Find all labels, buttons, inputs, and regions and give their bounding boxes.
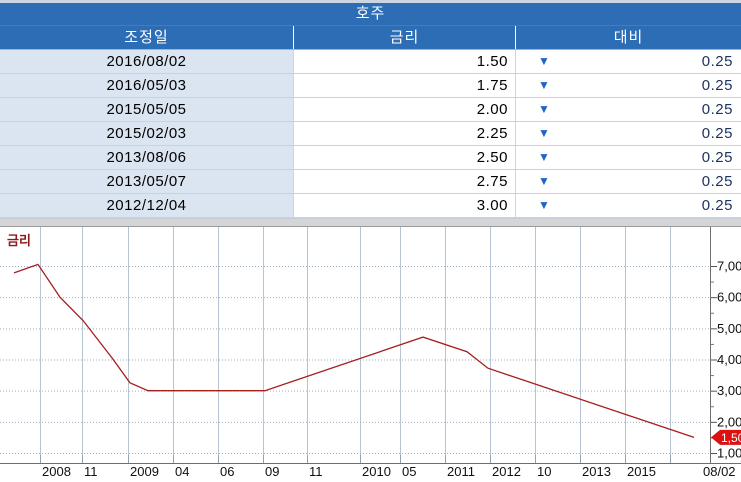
current-value-tag-label: 1,50	[721, 431, 741, 445]
rate-cell: 2.75	[293, 170, 515, 194]
change-cell: ▼ 0.25	[515, 122, 741, 146]
country-title: 호주	[356, 5, 386, 22]
rate-line-series	[14, 264, 694, 437]
change-cell: ▼ 0.25	[515, 74, 741, 98]
change-value: 0.25	[702, 170, 733, 193]
table-header-row: 조정일 금리 대비	[0, 26, 741, 50]
y-axis-tick-label: 6,00	[717, 290, 741, 305]
x-axis-tick-label: 2010	[362, 464, 391, 479]
rate-cell: 3.00	[293, 194, 515, 218]
down-triangle-icon: ▼	[538, 194, 550, 217]
x-axis-tick-label: 2015	[627, 464, 656, 479]
table-row[interactable]: 2016/08/021.50 ▼ 0.25	[0, 50, 741, 74]
table-row[interactable]: 2013/05/072.75 ▼ 0.25	[0, 170, 741, 194]
rate-panel: 호주 조정일 금리 대비 2016/08/021.50▼0.252016/05/…	[0, 0, 741, 482]
change-value: 0.25	[702, 74, 733, 97]
adjustment-date-cell: 2013/08/06	[0, 146, 293, 170]
rate-cell: 2.50	[293, 146, 515, 170]
x-axis-tick-label: 11	[309, 464, 323, 479]
x-axis-tick-label: 2011	[447, 464, 475, 479]
rate-cell: 2.00	[293, 98, 515, 122]
rate-cell: 2.25	[293, 122, 515, 146]
adjustment-date-cell: 2016/08/02	[0, 50, 293, 74]
adjustment-date-cell: 2016/05/03	[0, 74, 293, 98]
table-row[interactable]: 2015/05/052.00 ▼ 0.25	[0, 98, 741, 122]
change-value: 0.25	[702, 98, 733, 121]
down-triangle-icon: ▼	[538, 122, 550, 145]
x-axis-tick-label: 2013	[582, 464, 611, 479]
table-row[interactable]: 2016/05/031.75 ▼ 0.25	[0, 74, 741, 98]
x-axis-tick-label: 09	[265, 464, 279, 479]
change-value: 0.25	[702, 194, 733, 217]
y-axis-tick-label: 1,00	[717, 446, 741, 461]
panel-splitter[interactable]	[0, 218, 741, 227]
x-axis-tick-label: 10	[537, 464, 551, 479]
change-cell: ▼ 0.25	[515, 98, 741, 122]
change-cell: ▼ 0.25	[515, 170, 741, 194]
down-triangle-icon: ▼	[538, 98, 550, 121]
down-triangle-icon: ▼	[538, 146, 550, 169]
adjustment-date-cell: 2015/02/03	[0, 122, 293, 146]
x-axis-tick-label: 2012	[492, 464, 521, 479]
adjustment-date-cell: 2013/05/07	[0, 170, 293, 194]
rate-history-chart[interactable]: 2008 11 2009 04 06 09 11 2010 05 2011 2012 10 2013 20…	[0, 227, 741, 482]
table-row[interactable]: 2012/12/043.00 ▼ 0.25	[0, 194, 741, 218]
table-row[interactable]: 2013/08/062.50 ▼ 0.25	[0, 146, 741, 170]
x-axis-tick-label: 06	[220, 464, 234, 479]
adjustment-date-cell: 2012/12/04	[0, 194, 293, 218]
down-triangle-icon: ▼	[538, 50, 550, 73]
change-cell: ▼ 0.25	[515, 194, 741, 218]
rate-cell: 1.50	[293, 50, 515, 74]
x-axis-tick-label: 04	[175, 464, 189, 479]
x-axis-tick-label: 2009	[130, 464, 159, 479]
y-axis-tick-label: 5,00	[717, 321, 741, 336]
panel-title-bar: 호주	[0, 3, 741, 26]
column-header-change: 대비	[515, 26, 741, 49]
rate-line-chart-canvas: 2008 11 2009 04 06 09 11 2010 05 2011 2012 10 2013 20…	[0, 227, 741, 482]
y-axis-tick-label: 3,00	[717, 383, 741, 398]
y-axis-tick-label: 4,00	[717, 352, 741, 367]
change-cell: ▼ 0.25	[515, 50, 741, 74]
change-value: 0.25	[702, 50, 733, 73]
x-axis-tick-label: 08/02	[703, 464, 736, 479]
adjustment-date-cell: 2015/05/05	[0, 98, 293, 122]
change-value: 0.25	[702, 146, 733, 169]
x-axis-tick-label: 2008	[42, 464, 71, 479]
rate-cell: 1.75	[293, 74, 515, 98]
y-axis-tick-label: 7,00	[717, 259, 741, 274]
x-axis-tick-label: 05	[402, 464, 416, 479]
down-triangle-icon: ▼	[538, 74, 550, 97]
change-value: 0.25	[702, 122, 733, 145]
chart-series-label: 금리	[7, 233, 31, 248]
table-row[interactable]: 2015/02/032.25 ▼ 0.25	[0, 122, 741, 146]
column-header-rate: 금리	[293, 26, 515, 49]
column-header-date: 조정일	[0, 26, 293, 49]
y-axis-tick-label: 2,00	[717, 414, 741, 429]
x-axis-tick-label: 11	[84, 464, 98, 479]
change-cell: ▼ 0.25	[515, 146, 741, 170]
down-triangle-icon: ▼	[538, 170, 550, 193]
rate-table-body: 2016/08/021.50▼0.252016/05/031.75▼0.2520…	[0, 50, 741, 218]
